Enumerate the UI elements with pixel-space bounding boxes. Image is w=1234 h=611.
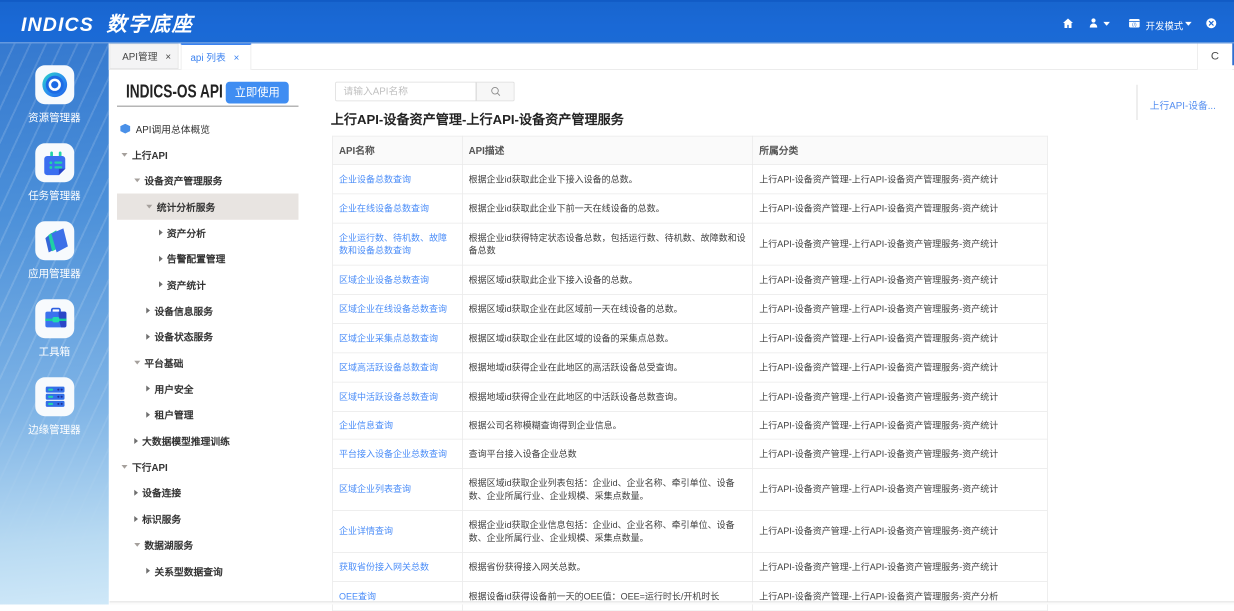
svg-text:(/): (/) — [1132, 22, 1137, 28]
